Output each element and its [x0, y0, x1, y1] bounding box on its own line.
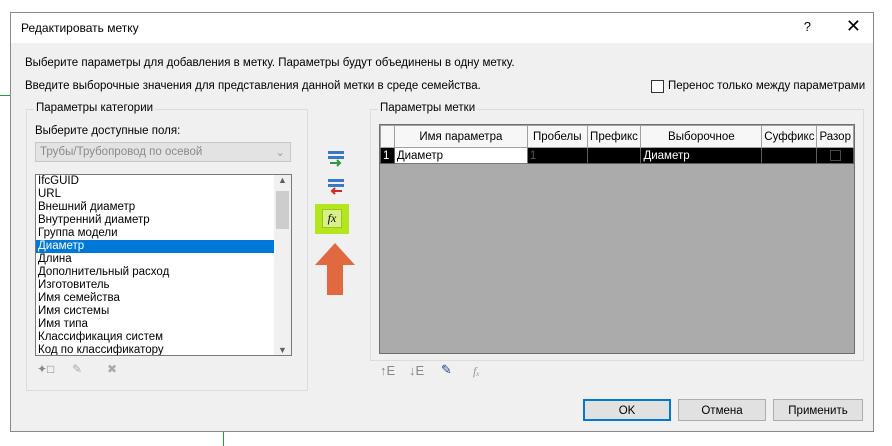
fields-scrollbar[interactable]: ▲ ▼: [274, 175, 291, 355]
grid-corner-header: [380, 125, 395, 148]
label-parameters-grid[interactable]: Имя параметра Пробелы Префикс Выборочное…: [379, 124, 855, 354]
col-header-suffix[interactable]: Суффикс: [761, 125, 818, 148]
list-item[interactable]: Имя типа: [36, 318, 274, 331]
apply-button[interactable]: Применить: [773, 399, 863, 421]
wrap-between-params-label: Перенос только между параметрами: [668, 80, 866, 92]
formula-icon[interactable]: fₓ: [473, 364, 480, 379]
delete-parameter-icon[interactable]: ✖: [107, 362, 117, 376]
col-header-sample[interactable]: Выборочное: [640, 125, 763, 148]
category-select[interactable]: Трубы/Трубопровод по осевой ⌄: [35, 142, 291, 162]
list-item[interactable]: Дополнительный расход: [36, 266, 274, 279]
dialog-title: Редактировать метку: [21, 21, 139, 35]
list-item[interactable]: Имя семейства: [36, 292, 274, 305]
category-parameters-group: Параметры категории Выберите доступные п…: [26, 102, 308, 391]
cell-prefix[interactable]: [586, 147, 642, 164]
guide-line-bottom: [223, 432, 224, 446]
col-header-name[interactable]: Имя параметра: [393, 125, 528, 148]
cell-parameter-name[interactable]: Диаметр: [393, 147, 528, 164]
available-fields-list[interactable]: IfcGUID URL Внешний диаметр Внутренний диам…: [35, 174, 292, 356]
col-header-spaces[interactable]: Пробелы: [526, 125, 588, 148]
scroll-up-icon[interactable]: ▲: [278, 175, 287, 185]
remove-parameter-icon[interactable]: [326, 177, 348, 195]
edit-label-dialog: Редактировать метку ? ✕ Выберите парамет…: [10, 12, 874, 432]
scroll-down-icon[interactable]: ▼: [278, 345, 287, 355]
list-item[interactable]: Длина: [36, 253, 274, 266]
list-item[interactable]: Внутренний диаметр: [36, 214, 274, 227]
category-select-value: Трубы/Трубопровод по осевой: [40, 146, 203, 158]
label-parameters-title: Параметры метки: [378, 102, 478, 114]
table-row[interactable]: 1 Диаметр 1 Диаметр: [380, 147, 854, 164]
move-down-icon[interactable]: ↓E: [409, 363, 424, 378]
close-button[interactable]: ✕: [846, 16, 861, 37]
list-item[interactable]: Диаметр: [36, 240, 274, 253]
instruction-text-1: Выберите параметры для добавления в метк…: [25, 57, 515, 69]
cell-sample[interactable]: Диаметр: [640, 147, 763, 164]
add-parameter-icon[interactable]: [326, 149, 348, 167]
edit-parameter-icon[interactable]: ✎: [72, 362, 82, 376]
instruction-text-2: Введите выборочные значения для представ…: [25, 80, 481, 92]
row-number[interactable]: 1: [380, 147, 395, 164]
formula-button[interactable]: fx: [315, 204, 349, 234]
list-item[interactable]: Имя системы: [36, 305, 274, 318]
cell-break[interactable]: [816, 147, 854, 164]
cell-suffix[interactable]: [761, 147, 818, 164]
help-button[interactable]: ?: [804, 19, 811, 34]
list-item[interactable]: Изготовитель: [36, 279, 274, 292]
fx-icon: fx: [322, 209, 342, 228]
chevron-down-icon: ⌄: [275, 147, 285, 159]
fields-label: Выберите доступные поля:: [35, 125, 181, 137]
scroll-thumb[interactable]: [276, 191, 289, 229]
cancel-button[interactable]: Отмена: [678, 399, 766, 421]
col-header-break[interactable]: Разор: [816, 125, 854, 148]
title-bar: Редактировать метку ? ✕: [11, 13, 873, 43]
cell-spaces[interactable]: 1: [526, 147, 588, 164]
move-up-icon[interactable]: ↑E: [380, 363, 395, 378]
arrow-up-annotation-icon: [315, 243, 355, 295]
col-header-prefix[interactable]: Префикс: [586, 125, 642, 148]
list-item[interactable]: Классификация систем: [36, 331, 274, 344]
edit-format-icon[interactable]: ✎: [441, 362, 452, 378]
list-item[interactable]: Код по классификатору: [36, 344, 274, 355]
label-parameters-group: Параметры метки Имя параметра Пробелы Пр…: [370, 102, 864, 361]
list-item[interactable]: URL: [36, 188, 274, 201]
grid-header-row: Имя параметра Пробелы Префикс Выборочное…: [380, 125, 854, 148]
ok-button[interactable]: OK: [583, 399, 671, 421]
list-item[interactable]: Группа модели: [36, 227, 274, 240]
break-checkbox[interactable]: [829, 149, 841, 161]
wrap-between-params-checkbox[interactable]: [651, 80, 664, 93]
category-parameters-title: Параметры категории: [34, 102, 156, 114]
list-item[interactable]: Внешний диаметр: [36, 201, 274, 214]
new-parameter-icon[interactable]: ✦□: [37, 362, 54, 376]
list-item[interactable]: IfcGUID: [36, 175, 274, 188]
